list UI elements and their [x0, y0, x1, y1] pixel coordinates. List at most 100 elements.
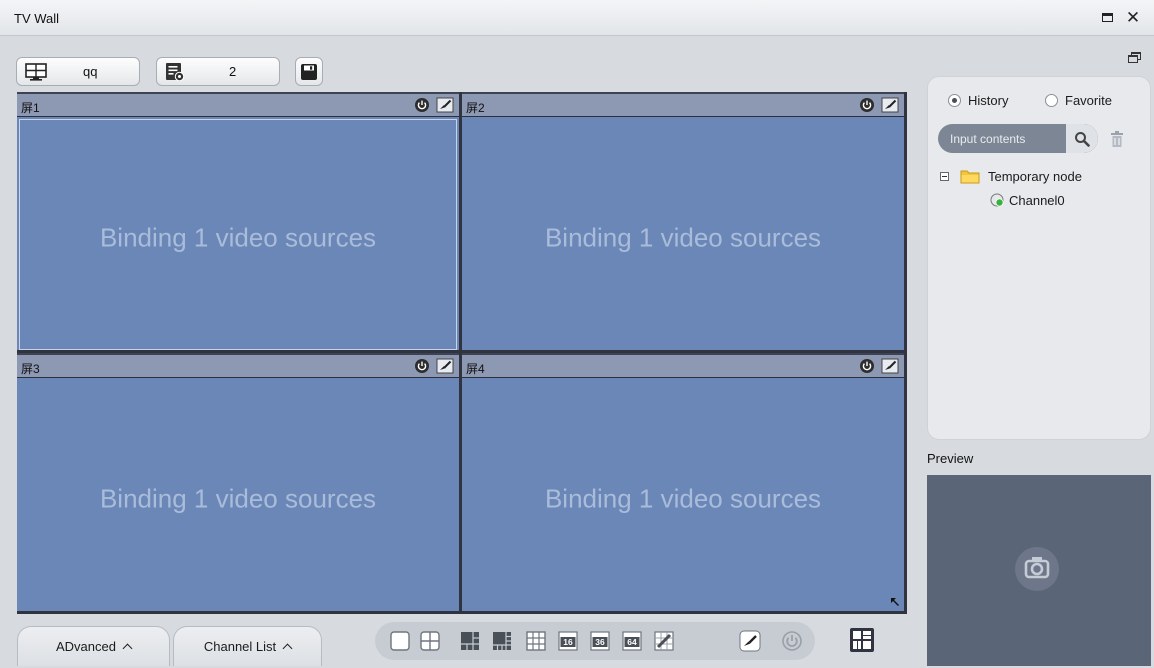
search-box — [938, 124, 1098, 153]
screen-body: Binding 1 video sources — [19, 380, 457, 611]
brush-icon — [739, 630, 761, 652]
plan-settings-icon — [166, 63, 185, 82]
layout-64-button[interactable]: 64 — [621, 630, 643, 652]
screen-name: 屏4 — [466, 362, 485, 376]
screen-body: Binding 1 video sources — [464, 119, 902, 350]
wall-screen-2[interactable]: 屏2 Binding 1 video sources — [462, 92, 904, 350]
search-icon — [1075, 131, 1090, 147]
channel-list-tab[interactable]: Channel List — [173, 626, 322, 666]
screen-header: 屏3 — [17, 353, 459, 378]
screen-power-button[interactable] — [858, 96, 876, 114]
screen-header: 屏2 — [462, 92, 904, 117]
tree-node-label: Temporary node — [988, 169, 1082, 184]
tree-node-temporary[interactable]: Temporary node — [940, 169, 1082, 184]
close-icon: ✕ — [1125, 7, 1141, 27]
resize-corner-icon[interactable] — [889, 596, 901, 608]
screen-clear-button[interactable] — [881, 357, 899, 375]
layout-64-icon: 64 — [622, 631, 642, 651]
screen-power-button[interactable] — [413, 357, 431, 375]
binding-status: Binding 1 video sources — [99, 222, 377, 252]
monitor-select-button[interactable]: qq — [16, 57, 140, 86]
maximize-icon — [1101, 12, 1113, 22]
tv-wall-layout-button[interactable] — [849, 627, 875, 653]
brush-icon — [436, 97, 454, 113]
screen-clear-button[interactable] — [436, 96, 454, 114]
screen-name: 屏3 — [21, 362, 40, 376]
monitor-label: qq — [83, 64, 98, 79]
power-icon — [415, 98, 429, 112]
tree-item-channel0[interactable]: Channel0 — [990, 193, 1065, 208]
layout-36-button[interactable]: 36 — [589, 630, 611, 652]
maximize-button[interactable] — [1098, 8, 1116, 26]
brush-icon — [881, 358, 899, 374]
chevron-up-icon — [282, 643, 293, 654]
save-button[interactable] — [295, 57, 323, 86]
favorite-radio[interactable]: Favorite — [1045, 93, 1112, 108]
layout-4-icon — [420, 631, 440, 651]
screen-header: 屏4 — [462, 353, 904, 378]
layout-8-icon — [493, 632, 511, 650]
brush-icon — [436, 358, 454, 374]
wall-screen-3[interactable]: 屏3 Binding 1 video sources — [17, 353, 459, 611]
binding-status: Binding 1 video sources — [544, 483, 822, 513]
clear-all-button[interactable] — [739, 630, 761, 652]
screen-clear-button[interactable] — [436, 357, 454, 375]
screen-power-button[interactable] — [413, 96, 431, 114]
history-label: History — [968, 93, 1009, 108]
svg-text:36: 36 — [595, 637, 605, 647]
search-input[interactable] — [938, 124, 1068, 153]
chevron-up-icon — [122, 643, 133, 654]
layout-1-button[interactable] — [389, 630, 411, 652]
screen-body: Binding 1 video sources — [464, 380, 902, 611]
layout-6-button[interactable] — [459, 630, 481, 652]
power-icon — [415, 359, 429, 373]
layout-custom-icon — [654, 631, 674, 651]
radio-selected-icon — [948, 94, 961, 107]
collapse-icon[interactable] — [940, 172, 949, 181]
restore-icon[interactable] — [1128, 52, 1142, 64]
screen-clear-button[interactable] — [881, 96, 899, 114]
layout-9-button[interactable] — [525, 630, 547, 652]
no-video-camera-icon — [1015, 547, 1059, 591]
wall-screen-1[interactable]: 屏1 Binding 1 video sources — [17, 92, 459, 350]
save-icon — [301, 63, 317, 80]
advanced-label: ADvanced — [56, 639, 116, 654]
screen-power-button[interactable] — [858, 357, 876, 375]
layout-8-button[interactable] — [491, 630, 513, 652]
screen-body: Binding 1 video sources — [19, 119, 457, 350]
layout-36-icon: 36 — [590, 631, 610, 651]
plan-select-button[interactable]: 2 — [156, 57, 280, 86]
folder-icon — [960, 170, 980, 184]
history-radio[interactable]: History — [948, 93, 1008, 108]
trash-icon[interactable] — [1110, 130, 1124, 148]
power-icon — [860, 98, 874, 112]
favorite-label: Favorite — [1065, 93, 1112, 108]
source-panel: History Favorite Temporary node — [927, 76, 1151, 440]
search-button[interactable] — [1066, 124, 1098, 153]
layout-16-button[interactable]: 16 — [557, 630, 579, 652]
camera-online-icon — [990, 193, 1004, 207]
advanced-tab[interactable]: ADvanced — [17, 626, 170, 666]
wall-screen-4[interactable]: 屏4 Binding 1 video sources — [462, 353, 904, 611]
layout-9-icon — [526, 631, 546, 651]
layout-toolbar: 16 36 64 — [375, 622, 815, 660]
screen-name: 屏2 — [466, 101, 485, 115]
power-icon — [860, 359, 874, 373]
layout-custom-button[interactable] — [653, 630, 675, 652]
layout-16-icon: 16 — [558, 631, 578, 651]
channel-list-label: Channel List — [203, 639, 277, 654]
close-button[interactable]: ✕ — [1124, 8, 1142, 26]
layout-4-button[interactable] — [419, 630, 441, 652]
power-all-button[interactable] — [781, 630, 803, 652]
binding-status: Binding 1 video sources — [544, 222, 822, 252]
svg-text:64: 64 — [627, 637, 637, 647]
title-bar: TV Wall ✕ — [0, 0, 1154, 36]
wall-layout-icon — [850, 628, 874, 652]
brush-icon — [881, 97, 899, 113]
window-title: TV Wall — [14, 11, 60, 26]
preview-pane — [927, 475, 1151, 666]
power-icon — [782, 631, 802, 651]
radio-icon — [1045, 94, 1058, 107]
preview-label: Preview — [927, 451, 974, 466]
screen-header: 屏1 — [17, 92, 459, 117]
